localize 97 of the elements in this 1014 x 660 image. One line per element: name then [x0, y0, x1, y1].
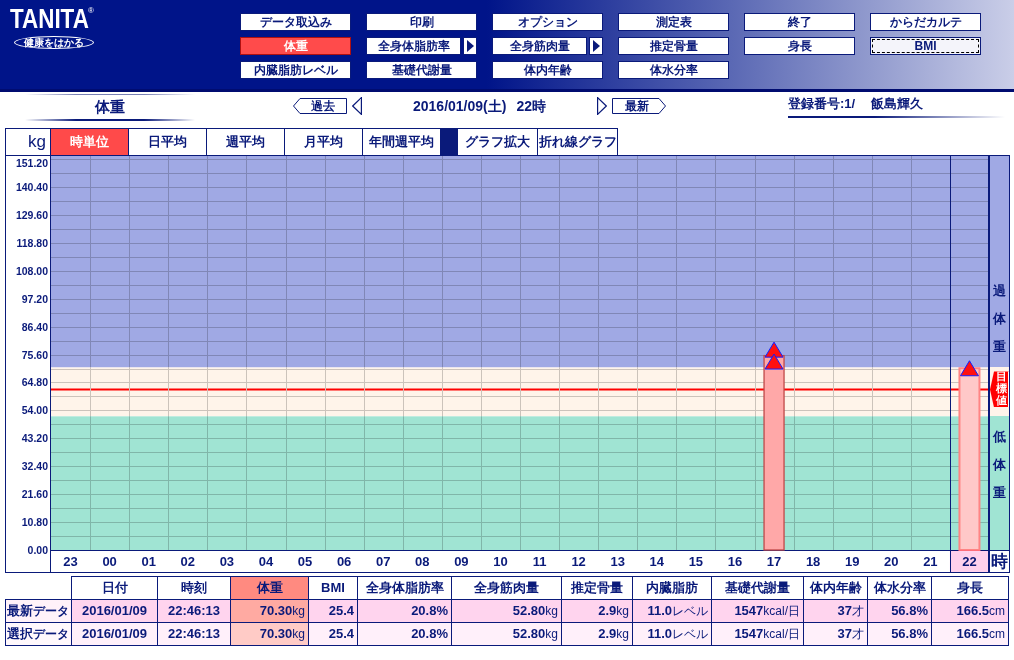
- x-axis-label: 04: [258, 554, 274, 569]
- latest-button[interactable]: 最新: [612, 98, 666, 114]
- x-axis-label: 00: [102, 554, 117, 569]
- menu-button[interactable]: データ取込み: [240, 13, 351, 31]
- y-axis-label: 86.40: [21, 320, 48, 333]
- x-axis-label: 10: [493, 554, 508, 569]
- y-axis-label: 140.40: [15, 181, 48, 193]
- graph-view-button[interactable]: 折れ線グラフ: [538, 128, 618, 155]
- x-axis-label: 15: [688, 554, 704, 569]
- y-axis-label: 21.60: [21, 488, 48, 501]
- y-axis-label: 118.80: [16, 236, 48, 249]
- row-label: 選択データ: [5, 622, 72, 646]
- column-header: 全身体脂肪率: [357, 576, 452, 600]
- x-axis-unit: 時: [990, 550, 1009, 572]
- triangle-left-icon[interactable]: [352, 97, 362, 115]
- x-axis-label: 09: [454, 554, 469, 569]
- y-axis-label: 64.80: [21, 376, 48, 389]
- column-header: 内臓脂肪: [632, 576, 712, 600]
- column-header: 時刻: [157, 576, 231, 600]
- column-header: 全身筋肉量: [451, 576, 562, 600]
- y-axis-label: 10.80: [21, 516, 48, 529]
- row-label: 最新データ: [5, 599, 72, 623]
- period-tab[interactable]: 週平均: [207, 128, 285, 155]
- triangle-right-icon[interactable]: [597, 97, 607, 115]
- menu-button[interactable]: 推定骨量: [618, 37, 729, 55]
- column-header: 推定骨量: [561, 576, 633, 600]
- x-axis-label: 03: [219, 554, 235, 569]
- column-header: 基礎代謝量: [711, 576, 804, 600]
- y-axis-label: 0.00: [27, 544, 48, 556]
- x-axis-label: 23: [63, 554, 78, 569]
- column-header: 体重: [230, 576, 309, 600]
- band-label: 過体重: [993, 282, 1006, 357]
- x-axis-label: 19: [844, 554, 860, 569]
- x-axis-label: 08: [415, 554, 430, 569]
- x-axis-label: 12: [571, 554, 586, 569]
- y-axis-label: 54.00: [21, 404, 48, 417]
- x-axis-label: 11: [532, 554, 547, 569]
- y-axis-label: 43.20: [21, 432, 48, 445]
- y-axis-label: 129.60: [15, 208, 48, 221]
- table-cell: 52.80kg: [451, 622, 562, 646]
- column-header: 体内年齢: [803, 576, 868, 600]
- x-axis-label: 16: [727, 554, 743, 569]
- submenu-button[interactable]: [463, 37, 477, 55]
- triangle-right-icon: [466, 40, 474, 52]
- x-axis-label: 17: [766, 554, 782, 569]
- y-axis-label: 75.60: [21, 348, 48, 361]
- menu-button[interactable]: オプション: [492, 13, 603, 31]
- date-text: 2016/01/09(土): [413, 98, 507, 114]
- period-tab[interactable]: 年間週平均: [363, 128, 441, 155]
- column-header: 日付: [71, 576, 158, 600]
- x-axis-label: 20: [884, 554, 899, 569]
- menu-button[interactable]: 基礎代謝量: [366, 61, 477, 79]
- x-axis-label: 05: [297, 554, 313, 569]
- menu-button[interactable]: 印刷: [366, 13, 477, 31]
- registration-number: 登録番号:1/: [788, 95, 856, 112]
- column-header: 身長: [931, 576, 1009, 600]
- x-axis-label: 01: [141, 554, 156, 569]
- menu-button[interactable]: 終了: [744, 13, 855, 31]
- period-tab[interactable]: 月平均: [285, 128, 363, 155]
- menu-button[interactable]: 内臓脂肪レベル: [240, 61, 351, 79]
- triangle-marker-icon: [764, 353, 784, 370]
- y-axis-label: 97.20: [21, 292, 48, 305]
- x-axis-label: 02: [180, 554, 196, 569]
- menu-button[interactable]: 体内年齢: [492, 61, 603, 79]
- x-axis-label: 14: [649, 554, 665, 569]
- y-axis-label: 32.40: [21, 460, 48, 473]
- period-tab[interactable]: 日平均: [129, 128, 207, 155]
- triangle-right-icon: [592, 40, 600, 52]
- y-axis-label: 151.20: [15, 157, 48, 169]
- triangle-marker-icon: [764, 341, 784, 358]
- column-header: 体水分率: [867, 576, 932, 600]
- band-label: 低体重: [993, 428, 1006, 503]
- menu-button[interactable]: 全身体脂肪率: [366, 37, 461, 55]
- logo-wordmark: TANITA: [10, 6, 89, 32]
- x-axis-label: 18: [805, 554, 821, 569]
- x-axis-label: 13: [610, 554, 625, 569]
- menu-button[interactable]: BMI: [870, 37, 981, 55]
- registered-mark: ®: [88, 7, 94, 15]
- triangle-marker-icon: [959, 360, 979, 377]
- graph-view-button[interactable]: グラフ拡大: [458, 128, 538, 155]
- column-header: BMI: [308, 576, 358, 600]
- previous-button[interactable]: 過去: [293, 98, 347, 114]
- user-name: 飯島輝久: [871, 95, 924, 112]
- x-axis-label: 07: [375, 554, 391, 569]
- menu-button[interactable]: 測定表: [618, 13, 729, 31]
- menu-button[interactable]: からだカルテ: [870, 13, 981, 31]
- x-axis-label: 06: [336, 554, 352, 569]
- x-axis-label: 21: [923, 554, 938, 569]
- y-axis-label: 108.00: [15, 264, 48, 277]
- page-title: 体重: [95, 98, 125, 116]
- menu-button[interactable]: 全身筋肉量: [492, 37, 587, 55]
- table-cell: 52.80kg: [451, 599, 562, 623]
- hour-text: 22時: [516, 98, 546, 114]
- x-axis-label: 22: [962, 554, 977, 569]
- menu-button[interactable]: 身長: [744, 37, 855, 55]
- menu-button[interactable]: 体水分率: [618, 61, 729, 79]
- submenu-button[interactable]: [589, 37, 603, 55]
